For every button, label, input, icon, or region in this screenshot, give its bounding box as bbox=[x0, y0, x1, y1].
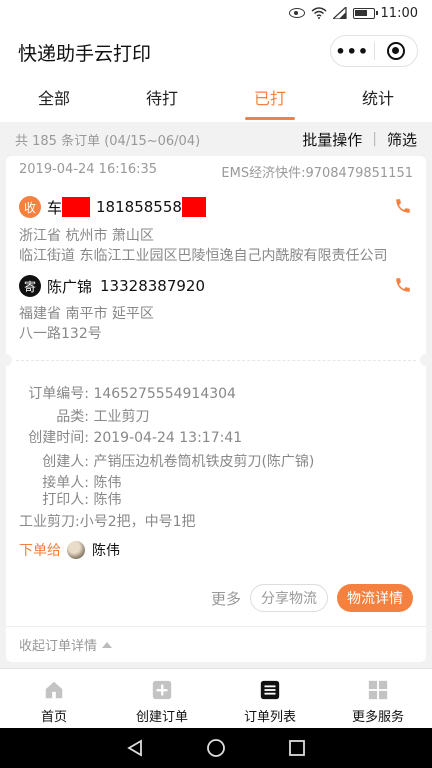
sender-row: 寄 陈广锦 13328387920 bbox=[19, 275, 205, 297]
battery-icon bbox=[352, 7, 378, 19]
order-card-header: 2019-04-24 16:16:35 EMS经济快件:970847985115… bbox=[19, 162, 413, 181]
home-icon bbox=[45, 681, 63, 699]
receiver-name: 车 bbox=[47, 198, 63, 217]
plus-icon bbox=[152, 680, 172, 700]
phone-icon[interactable] bbox=[394, 197, 412, 215]
card-dashed-divider bbox=[16, 360, 416, 361]
nav-label-create-order: 创建订单 bbox=[135, 710, 188, 725]
creator-label: 创建人: bbox=[42, 454, 89, 470]
category-row: 品类: 工业剪刀 bbox=[19, 407, 149, 427]
collapse-details-label: 收起订单详情 bbox=[19, 639, 98, 654]
title-bar: 快递助手云打印 ••• bbox=[0, 26, 432, 78]
card-footer-divider bbox=[6, 626, 426, 627]
receiver-phone: 181858558 bbox=[96, 198, 182, 216]
signal-icon bbox=[332, 7, 347, 19]
tab-statistics[interactable]: 统计 bbox=[324, 78, 432, 122]
nav-label-home: 首页 bbox=[40, 710, 67, 725]
nav-label-order-list: 订单列表 bbox=[243, 710, 296, 725]
order-number-value: 1465275554914304 bbox=[93, 386, 236, 402]
wifi-icon bbox=[311, 7, 327, 19]
nav-item-create-order[interactable]: 创建订单 bbox=[108, 669, 216, 728]
redaction-block bbox=[62, 197, 91, 217]
close-program-button[interactable] bbox=[374, 42, 417, 60]
receiver-address-line-1: 浙江省 杭州市 萧山区 bbox=[19, 228, 154, 244]
receiver-row: 收 车 181858558 bbox=[19, 196, 206, 218]
recent-apps-square-icon[interactable] bbox=[288, 739, 306, 757]
grid-icon bbox=[368, 680, 388, 700]
sender-name: 陈广锦 bbox=[47, 277, 93, 296]
bottom-navigation: 首页 创建订单 订单列表 更多服务 bbox=[0, 668, 432, 728]
filter-button[interactable]: 筛选 bbox=[387, 129, 417, 150]
order-count-text: 共 185 条订单 (04/15~06/04) bbox=[15, 133, 201, 149]
order-summary-bar: 共 185 条订单 (04/15~06/04) 批量操作 | 筛选 bbox=[0, 122, 432, 156]
more-menu-button[interactable]: ••• bbox=[331, 42, 374, 61]
printer-value: 陈伟 bbox=[93, 492, 122, 508]
list-icon bbox=[260, 680, 280, 700]
category-value: 工业剪刀 bbox=[93, 409, 150, 425]
creator-row: 创建人: 产销压边机卷筒机铁皮剪刀(陈广锦) bbox=[19, 452, 314, 472]
logistics-detail-button[interactable]: 物流详情 bbox=[337, 584, 413, 612]
batch-operation-button[interactable]: 批量操作 bbox=[302, 129, 362, 150]
home-circle-icon[interactable] bbox=[206, 738, 226, 758]
order-number-label: 订单编号: bbox=[28, 386, 89, 402]
assigned-to-label: 下单给 bbox=[19, 543, 61, 559]
accepter-value: 陈伟 bbox=[93, 475, 122, 491]
share-logistics-button[interactable]: 分享物流 bbox=[250, 584, 328, 612]
nav-item-order-list[interactable]: 订单列表 bbox=[216, 669, 324, 728]
order-tabs: 全部 待打 已打 统计 bbox=[0, 78, 432, 122]
order-print-time: 2019-04-24 16:16:35 bbox=[19, 162, 158, 177]
tab-to-print[interactable]: 待打 bbox=[108, 78, 216, 122]
nav-item-home[interactable]: 首页 bbox=[0, 669, 108, 728]
more-actions-button[interactable]: 更多 bbox=[211, 588, 241, 609]
order-number-row: 订单编号: 1465275554914304 bbox=[19, 384, 236, 404]
sender-address-line-2: 八一路132号 bbox=[19, 326, 102, 342]
sender-phone: 13328387920 bbox=[100, 277, 205, 295]
status-bar: 11:00 bbox=[0, 0, 432, 26]
items-text: 工业剪刀:小号2把，中号1把 bbox=[19, 514, 196, 530]
printer-label: 打印人: bbox=[42, 492, 89, 508]
eye-comfort-icon bbox=[288, 8, 305, 18]
collapse-details-button[interactable]: 收起订单详情 bbox=[19, 635, 113, 654]
assignee-name: 陈伟 bbox=[92, 543, 120, 559]
target-circle-icon bbox=[386, 42, 405, 60]
tab-all[interactable]: 全部 bbox=[0, 78, 108, 122]
assigned-to-row: 下单给 陈伟 bbox=[19, 540, 120, 560]
tab-printed[interactable]: 已打 bbox=[216, 78, 324, 122]
system-navigation-bar bbox=[0, 728, 432, 768]
status-time: 11:00 bbox=[380, 5, 418, 21]
created-time-value: 2019-04-24 13:17:41 bbox=[93, 430, 243, 446]
phone-icon[interactable] bbox=[394, 276, 412, 294]
created-time-row: 创建时间: 2019-04-24 13:17:41 bbox=[19, 428, 242, 448]
redaction-block bbox=[181, 197, 206, 217]
creator-value: 产销压边机卷筒机铁皮剪刀(陈广锦) bbox=[93, 454, 315, 470]
sender-address-line-1: 福建省 南平市 延平区 bbox=[19, 306, 154, 322]
nav-label-more-services: 更多服务 bbox=[351, 710, 404, 725]
express-tracking-number: EMS经济快件:9708479851151 bbox=[221, 166, 413, 181]
summary-separator: | bbox=[372, 131, 377, 147]
printer-row: 打印人: 陈伟 bbox=[19, 490, 121, 510]
caret-up-icon bbox=[102, 641, 113, 648]
card-notch-right bbox=[420, 354, 432, 366]
order-card: 2019-04-24 16:16:35 EMS经济快件:970847985115… bbox=[0, 156, 432, 662]
nav-item-more-services[interactable]: 更多服务 bbox=[324, 669, 432, 728]
sender-badge: 寄 bbox=[19, 275, 41, 297]
receiver-address-line-2: 临江街道 东临江工业园区巴陵恒逸自己内酰胺有限责任公司 bbox=[19, 248, 388, 264]
page-title: 快递助手云打印 bbox=[18, 43, 152, 65]
receiver-badge: 收 bbox=[19, 196, 41, 218]
avatar bbox=[67, 541, 85, 559]
order-actions: 更多 分享物流 物流详情 bbox=[211, 584, 413, 612]
card-notch-left bbox=[0, 354, 12, 366]
mini-program-capsule: ••• bbox=[330, 35, 418, 67]
category-label: 品类: bbox=[56, 409, 89, 425]
back-triangle-icon[interactable] bbox=[126, 739, 144, 757]
created-time-label: 创建时间: bbox=[28, 430, 89, 446]
